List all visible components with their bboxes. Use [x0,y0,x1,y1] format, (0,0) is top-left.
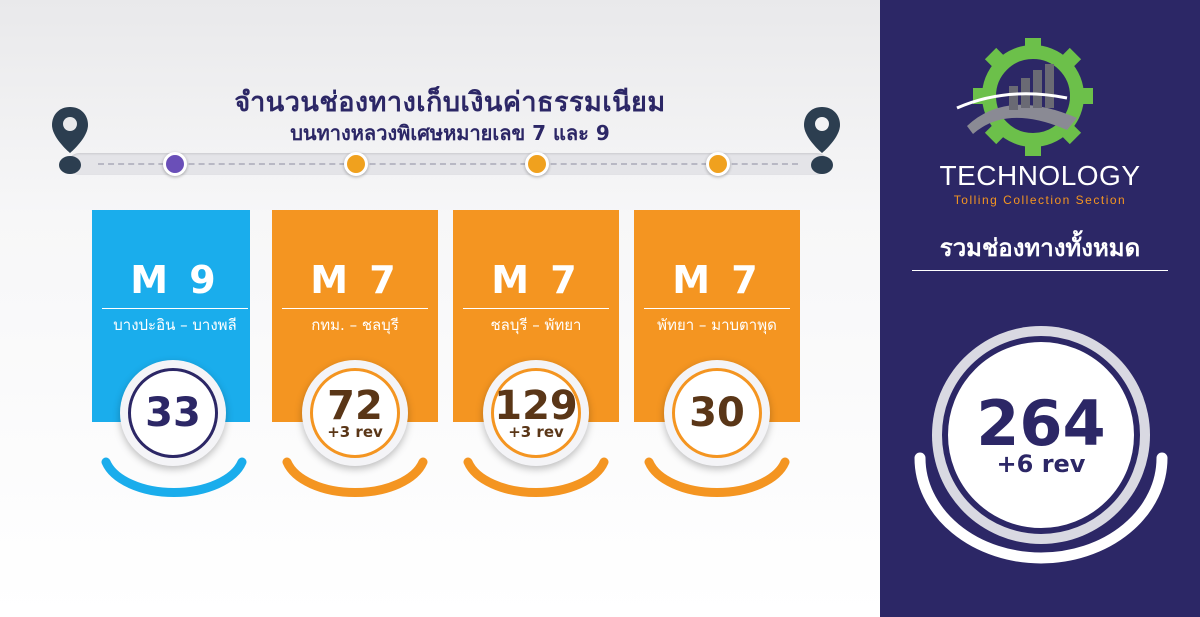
card-divider [463,308,609,309]
road-code: M 7 [491,258,581,302]
rev-lanes: +3 rev [327,423,383,441]
lane-count-circle-m9: 33 [120,360,226,466]
lane-count: 33 [145,390,201,436]
total-lane-circle: 264 +6 rev [932,326,1150,544]
total-label: รวมช่องทางทั้งหมด [939,234,1141,262]
timeline-dash [98,163,798,165]
road-segment: พัทยา – มาบตาพุด [657,316,777,334]
lane-count-circle-m7-1: 72 +3 rev [302,360,408,466]
location-pin-icon [52,107,88,174]
card-divider [102,308,248,309]
card-divider [282,308,428,309]
brand-subtitle: Tolling Collection Section [953,193,1127,207]
total-divider [912,270,1168,271]
card-divider [644,308,790,309]
lane-count-ring: 129 +3 rev [491,368,581,458]
timeline-dot-m9 [163,152,187,176]
timeline-dot-m7-3 [706,152,730,176]
lane-count-ring: 72 +3 rev [310,368,400,458]
total-rev-lanes: +6 rev [996,450,1086,478]
lane-count-ring: 33 [128,368,218,458]
gear-chart-icon [956,38,1093,156]
road-code: M 7 [672,258,762,302]
lane-count: 129 [494,383,578,429]
total-lane-count: 264 [976,387,1106,460]
lane-count: 30 [689,390,745,436]
brand-name: TECHNOLOGY [939,160,1141,191]
road-segment: ชลบุรี – พัทยา [490,316,582,334]
road-segment: บางปะอิน – บางพลี [113,316,237,334]
lane-count: 72 [327,383,383,429]
road-code: M 7 [310,258,400,302]
timeline-dot-m7-1 [344,152,368,176]
lane-count-circle-m7-2: 129 +3 rev [483,360,589,466]
timeline [50,100,850,190]
road-code: M 9 [130,258,220,302]
location-pin-icon [804,107,840,174]
total-lane-ring: 264 +6 rev [942,336,1140,534]
road-segment: กทม. – ชลบุรี [311,316,399,334]
lane-count-ring: 30 [672,368,762,458]
lane-count-circle-m7-3: 30 [664,360,770,466]
rev-lanes: +3 rev [508,423,564,441]
timeline-dot-m7-2 [525,152,549,176]
